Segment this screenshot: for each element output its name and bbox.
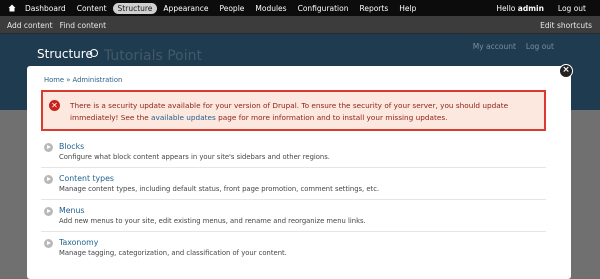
toolbar-item-modules[interactable]: Modules [250,3,291,14]
toolbar-item-help[interactable]: Help [394,3,421,14]
header-links: My account Log out [463,42,554,51]
divider [41,231,546,232]
item-title-blocks[interactable]: Blocks [59,142,84,151]
toolbar-item-people[interactable]: People [214,3,249,14]
chevron-right-icon [44,207,53,216]
page-title: Structure [37,47,93,61]
shortcuts-bar: Add content Find content Edit shortcuts [0,16,600,34]
toolbar-menu: Dashboard Content Structure Appearance P… [20,0,422,16]
home-icon[interactable] [8,4,16,12]
overlay-dialog: Home » Administration ✕ There is a secur… [27,66,571,279]
toolbar-item-structure[interactable]: Structure [112,2,158,14]
shortcut-add-content[interactable]: Add content [7,21,53,30]
alert-text-after: page for more information and to install… [218,113,448,122]
shortcut-links: Add content Find content [7,16,113,34]
toolbar-item-content[interactable]: Content [72,3,112,14]
item-title-content-types[interactable]: Content types [59,174,114,183]
user-name[interactable]: admin [518,4,544,13]
divider [41,199,546,200]
header-logout-link[interactable]: Log out [526,42,554,51]
edit-shortcuts-link[interactable]: Edit shortcuts [540,16,592,34]
admin-toolbar: Dashboard Content Structure Appearance P… [0,0,600,16]
toolbar-item-reports[interactable]: Reports [354,3,393,14]
breadcrumb[interactable]: Home » Administration [44,76,122,84]
error-icon: ✕ [49,100,60,111]
toolbar-item-appearance[interactable]: Appearance [158,3,213,14]
chevron-right-icon [44,175,53,184]
toolbar-item-configuration[interactable]: Configuration [293,3,354,14]
alert-message: There is a security update available for… [70,100,540,124]
toolbar-logout-link[interactable]: Log out [558,4,586,13]
security-alert: ✕ There is a security update available f… [41,90,546,131]
chevron-right-icon [44,143,53,152]
item-description: Configure what block content appears in … [59,153,330,161]
divider [41,167,546,168]
item-description: Manage tagging, categorization, and clas… [59,249,287,257]
my-account-link[interactable]: My account [473,42,516,51]
add-shortcut-icon[interactable] [90,49,98,57]
item-description: Add new menus to your site, edit existin… [59,217,366,225]
close-overlay-icon[interactable]: × [559,64,573,78]
user-greeting: Hello [496,3,516,13]
available-updates-link[interactable]: available updates [151,113,216,122]
chevron-right-icon [44,239,53,248]
toolbar-item-dashboard[interactable]: Dashboard [20,3,71,14]
site-name: Tutorials Point [104,48,202,64]
item-title-menus[interactable]: Menus [59,206,84,215]
toolbar-user: Hello admin Log out [496,0,586,16]
item-description: Manage content types, including default … [59,185,380,193]
item-title-taxonomy[interactable]: Taxonomy [59,238,98,247]
shortcut-find-content[interactable]: Find content [60,21,106,30]
